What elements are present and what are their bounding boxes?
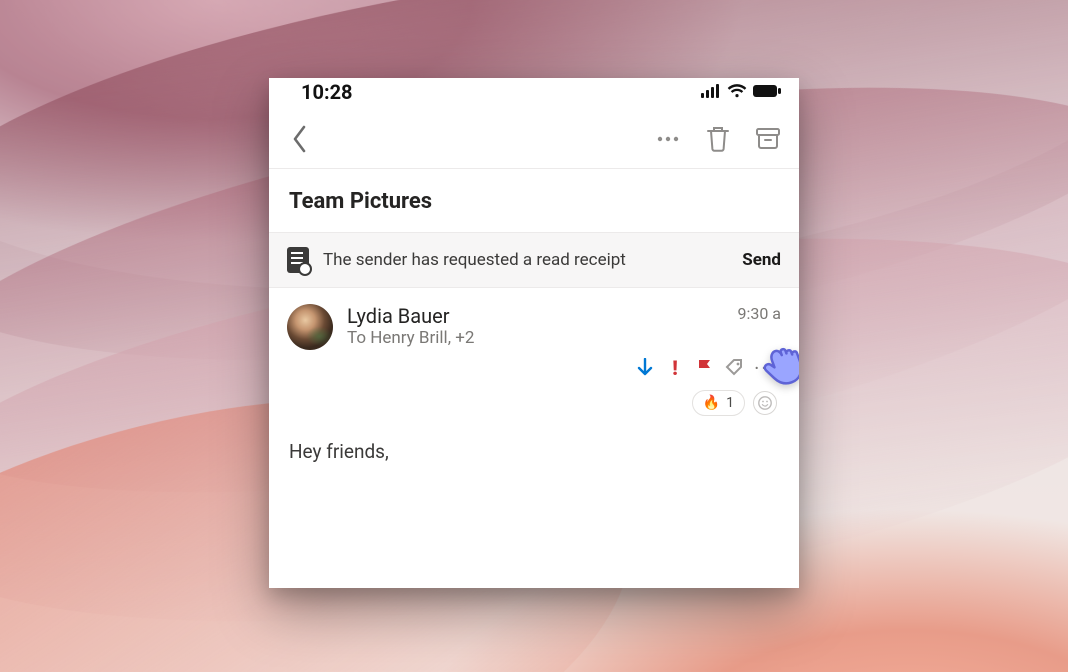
tag-icon	[725, 358, 745, 378]
read-receipt-bar: The sender has requested a read receipt …	[269, 232, 799, 288]
more-options-button[interactable]	[653, 124, 683, 154]
read-receipt-text: The sender has requested a read receipt	[323, 250, 728, 270]
sender-name: Lydia Bauer	[347, 304, 723, 328]
status-time: 10:28	[301, 80, 353, 104]
sender-avatar[interactable]	[287, 304, 333, 350]
flag-icon	[695, 358, 715, 378]
delete-button[interactable]	[703, 124, 733, 154]
fire-icon: 🔥	[703, 395, 720, 411]
recipients-line[interactable]: To Henry Brill, +2	[347, 328, 723, 348]
app-window: 10:28	[269, 78, 799, 588]
reaction-fire[interactable]: 🔥 1	[692, 390, 745, 416]
forward-arrow-icon	[635, 358, 655, 378]
desktop-background: 10:28	[0, 0, 1068, 672]
reactions-row: 🔥 1	[269, 384, 799, 422]
send-receipt-button[interactable]: Send	[742, 250, 781, 270]
message-more-button[interactable]: ···	[755, 358, 775, 378]
email-subject: Team Pictures	[269, 169, 799, 232]
message-toolbar	[269, 114, 799, 168]
status-bar: 10:28	[269, 78, 799, 114]
message-time: 9:30 a	[737, 304, 781, 323]
reaction-count: 1	[726, 395, 734, 411]
status-icons	[701, 83, 781, 102]
message-indicators: ! ···	[269, 354, 799, 384]
email-body-greeting: Hey friends,	[269, 422, 799, 481]
cellular-signal-icon	[701, 83, 721, 102]
battery-icon	[753, 83, 781, 102]
message-header: Lydia Bauer To Henry Brill, +2 9:30 a	[269, 288, 799, 354]
add-reaction-button[interactable]	[753, 391, 777, 415]
high-importance-icon: !	[665, 358, 685, 378]
back-button[interactable]	[285, 124, 315, 154]
receipt-icon	[287, 247, 309, 273]
wifi-icon	[727, 83, 747, 102]
archive-button[interactable]	[753, 124, 783, 154]
